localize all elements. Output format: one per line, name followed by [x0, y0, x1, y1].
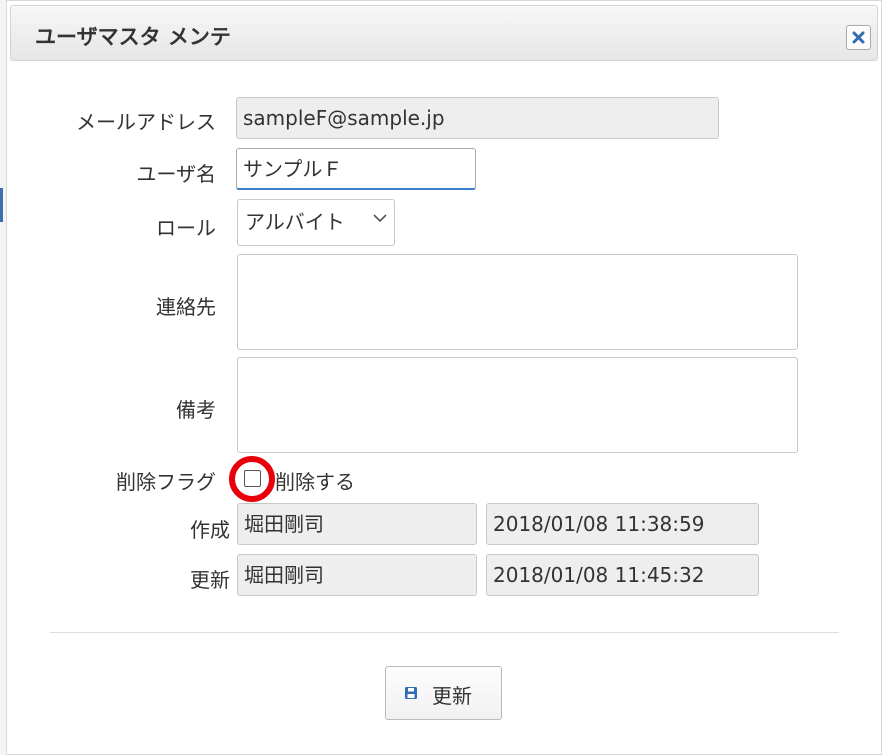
role-label: ロール — [156, 216, 216, 240]
dialog-title: ユーザマスタ メンテ — [35, 25, 231, 49]
username-input[interactable]: サンプルＦ — [236, 148, 476, 190]
delete-checkbox-label[interactable]: 削除する — [275, 466, 355, 495]
footer-divider — [50, 632, 839, 633]
save-icon — [405, 687, 417, 699]
created-datetime-field: 2018/01/08 11:38:59 — [486, 503, 759, 545]
background-page-marker — [0, 188, 3, 222]
remarks-textarea[interactable] — [237, 357, 798, 453]
update-button[interactable]: 更新 — [385, 666, 502, 720]
created-user-field: 堀田剛司 — [237, 503, 477, 545]
highlight-circle — [229, 456, 275, 502]
chevron-down-icon — [373, 214, 387, 223]
updated-user-field: 堀田剛司 — [237, 554, 477, 596]
email-label: メールアドレス — [76, 110, 216, 134]
username-label: ユーザ名 — [136, 162, 216, 186]
delete-flag-label: 削除フラグ — [116, 470, 216, 494]
contact-textarea[interactable] — [237, 254, 798, 350]
role-select[interactable]: アルバイト — [237, 199, 395, 246]
email-field[interactable]: sampleF@sample.jp — [236, 97, 719, 139]
close-button[interactable] — [846, 25, 871, 50]
close-icon — [852, 31, 865, 44]
dialog-titlebar[interactable]: ユーザマスタ メンテ — [10, 5, 878, 61]
update-button-label: 更新 — [432, 684, 472, 708]
remarks-label: 備考 — [176, 398, 216, 422]
updated-label: 更新 — [190, 568, 230, 592]
created-label: 作成 — [190, 518, 230, 542]
role-select-value: アルバイト — [245, 210, 345, 234]
contact-label: 連絡先 — [156, 295, 216, 319]
user-master-dialog: ユーザマスタ メンテ メールアドレス sampleF@sample.jp ユーザ… — [6, 0, 882, 755]
updated-datetime-field: 2018/01/08 11:45:32 — [486, 554, 759, 596]
